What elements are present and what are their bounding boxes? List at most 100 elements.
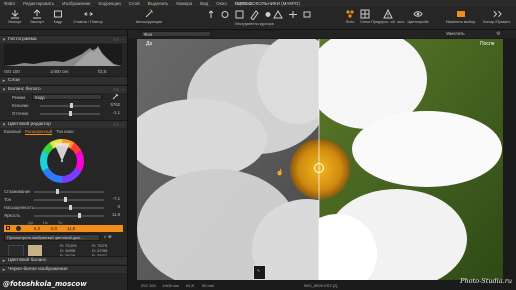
status-focal: 50 mm bbox=[202, 283, 215, 288]
fit-select[interactable]: Уместить bbox=[446, 31, 465, 36]
brightness-slider[interactable] bbox=[34, 213, 104, 218]
tab-skin-tone[interactable]: Тон кожи bbox=[56, 129, 73, 135]
section-tools-icons[interactable]: ? ≡ ··· bbox=[113, 122, 124, 127]
viewer-bar: Фон Уместить ⚙ bbox=[128, 30, 516, 38]
edit-selection-label: Изменить выбор. bbox=[445, 20, 477, 24]
undo-redo-button[interactable]: Отмена / Повтор bbox=[71, 8, 105, 28]
export-icon bbox=[32, 8, 43, 19]
menu-adjustments[interactable]: Коррекция bbox=[95, 1, 125, 6]
layers-title: Слои bbox=[8, 78, 20, 83]
hue-slider[interactable] bbox=[34, 197, 104, 202]
readout-icons[interactable]: ◐ ⊕ bbox=[104, 234, 112, 240]
color-balance-header[interactable]: ▸ Цветовой баланс bbox=[0, 256, 127, 264]
nav-cursor-icon: ↖ bbox=[257, 268, 261, 273]
hue-slider-knob[interactable] bbox=[64, 197, 67, 202]
grid-label: Сетка bbox=[359, 20, 371, 24]
color-editor-tabs: Базовый Расширенный Тон кожи bbox=[4, 129, 74, 135]
brightness-slider-knob[interactable] bbox=[78, 213, 81, 218]
chevron-right-icon: ▸ bbox=[2, 257, 6, 264]
grid-button[interactable]: Сетка bbox=[357, 8, 373, 28]
tint-slider-knob[interactable] bbox=[69, 111, 72, 116]
menu-select[interactable]: Выделить bbox=[144, 1, 173, 6]
photo-icon bbox=[345, 8, 356, 19]
white-balance-header[interactable]: ▾ Баланс белого ? ≡ ··· bbox=[0, 85, 127, 93]
histogram-header[interactable]: ▾ Гистограмма ? ≡ ··· bbox=[0, 35, 127, 43]
menu-image[interactable]: Изображение bbox=[58, 1, 94, 6]
bw-header[interactable]: ▸ Черно-белое изображение bbox=[0, 265, 127, 273]
cursor-tool-icons[interactable] bbox=[205, 9, 315, 21]
grid-icon bbox=[360, 8, 371, 19]
preview-color-range-button[interactable]: Просмотреть выбранный цветовой диа... bbox=[4, 234, 100, 241]
tint-slider[interactable] bbox=[40, 111, 100, 116]
color-wheel[interactable] bbox=[37, 136, 87, 186]
row-color-swatch bbox=[16, 226, 21, 231]
split-handle-icon[interactable] bbox=[314, 163, 324, 173]
histogram-shutter: 1/400 сек bbox=[50, 68, 69, 74]
menu-file[interactable]: Файл bbox=[0, 1, 19, 6]
exposure-warning-icon bbox=[383, 8, 394, 19]
hue-value[interactable]: -7,1 bbox=[106, 196, 120, 201]
histogram-title: Гистограмма bbox=[8, 37, 37, 42]
smoothness-slider[interactable] bbox=[34, 189, 104, 194]
kelvin-value[interactable]: 5762 bbox=[106, 102, 120, 107]
status-shutter: 1/400 сек bbox=[162, 283, 180, 288]
histogram-iso: ISO 100 bbox=[4, 68, 20, 74]
status-iso: ISO 100 bbox=[141, 283, 156, 288]
photo-before-after[interactable]: До После ☝ ↖ bbox=[137, 39, 503, 280]
menu-view[interactable]: Вид bbox=[196, 1, 212, 6]
copy-apply-button[interactable]: Копир./Примен. bbox=[480, 8, 514, 28]
frame-button[interactable]: Кадр bbox=[45, 8, 71, 28]
saturation-slider-knob[interactable] bbox=[69, 205, 72, 210]
eyedropper-icon[interactable] bbox=[112, 93, 119, 102]
tool-panel: ▾ Гистограмма ? ≡ ··· ISO 100 1/400 сек … bbox=[0, 30, 128, 290]
row-checkbox[interactable] bbox=[6, 226, 10, 230]
brightness-label: Яркость bbox=[4, 212, 21, 218]
hue-label: Тон bbox=[4, 196, 12, 202]
menu-layer[interactable]: Слой bbox=[125, 1, 144, 6]
auto-adjust-button[interactable]: Автокоррекция bbox=[134, 8, 164, 28]
saturation-value[interactable]: 0 bbox=[106, 204, 120, 209]
exposure-preview-button[interactable]: Предпрос. об. экст. bbox=[371, 8, 405, 28]
frame-label: Кадр bbox=[53, 20, 63, 24]
chevron-down-icon: ▾ bbox=[2, 36, 6, 43]
chevron-right-icon: ▸ bbox=[2, 77, 6, 84]
brightness-value[interactable]: 11,9 bbox=[106, 212, 120, 217]
layers-header[interactable]: ▸ Слои bbox=[0, 76, 127, 84]
menu-window[interactable]: Окно bbox=[212, 1, 230, 6]
preview-color-range-label: Просмотреть выбранный цветовой диа... bbox=[7, 235, 84, 240]
window-title: ПИРС СОКОЛЬНИКИ (МАКРО) bbox=[235, 1, 300, 6]
tab-advanced[interactable]: Расширенный bbox=[24, 129, 53, 135]
kelvin-slider[interactable] bbox=[40, 103, 100, 108]
smoothness-slider-knob[interactable] bbox=[56, 189, 59, 194]
export-label: Экспорт bbox=[29, 20, 45, 24]
signature-text: Photo-Studia.ru bbox=[460, 277, 512, 285]
magic-wand-icon bbox=[144, 8, 155, 19]
viewer-status-bar: ISO 100 1/400 сек f/2,8 50 mm IMG_8009.C… bbox=[128, 280, 516, 290]
wb-mode-select[interactable]: Кадр bbox=[32, 94, 102, 100]
photo-button[interactable]: Фото bbox=[342, 8, 358, 28]
tab-basic[interactable]: Базовый bbox=[4, 129, 21, 135]
view-mode-select[interactable]: Фон bbox=[141, 31, 211, 37]
section-tools-icons[interactable]: ? ≡ ··· bbox=[113, 87, 124, 92]
color-balance-title: Цветовой баланс bbox=[8, 258, 47, 263]
color-editor-header[interactable]: ▾ Цветовой редактор ? ≡ ··· bbox=[0, 120, 127, 128]
proof-button[interactable]: Цветопроба bbox=[406, 8, 430, 28]
color-table-selected-row[interactable]: 5,3 0,0 11,9 bbox=[4, 225, 123, 232]
menu-edit[interactable]: Редактировать bbox=[19, 1, 58, 6]
chevron-down-icon: ▾ bbox=[2, 121, 6, 128]
section-tools-icons[interactable]: ? ≡ ··· bbox=[113, 37, 124, 42]
row-value-dn: 5,3 bbox=[34, 226, 40, 231]
edit-selection-button[interactable]: Изменить выбор. bbox=[446, 8, 476, 28]
nav-thumbnail[interactable]: ↖ bbox=[253, 265, 266, 280]
exposure-preview-label: Предпрос. об. экст. bbox=[371, 20, 405, 24]
tint-value[interactable]: -1,1 bbox=[106, 110, 120, 115]
viewer-settings-icon[interactable]: ⚙ bbox=[496, 31, 500, 37]
kelvin-slider-knob[interactable] bbox=[70, 103, 73, 108]
wb-tint-label: Оттенок bbox=[12, 110, 29, 116]
histogram-graph bbox=[4, 44, 122, 66]
saturation-slider[interactable] bbox=[34, 205, 104, 210]
saturation-label: Насыщенность bbox=[4, 204, 35, 210]
menu-bar: Файл Редактировать Изображение Коррекция… bbox=[0, 0, 516, 7]
toolbar: Импорт Экспорт Кадр Отмена / Повтор Авто… bbox=[0, 7, 516, 30]
menu-camera[interactable]: Камера bbox=[172, 1, 196, 6]
